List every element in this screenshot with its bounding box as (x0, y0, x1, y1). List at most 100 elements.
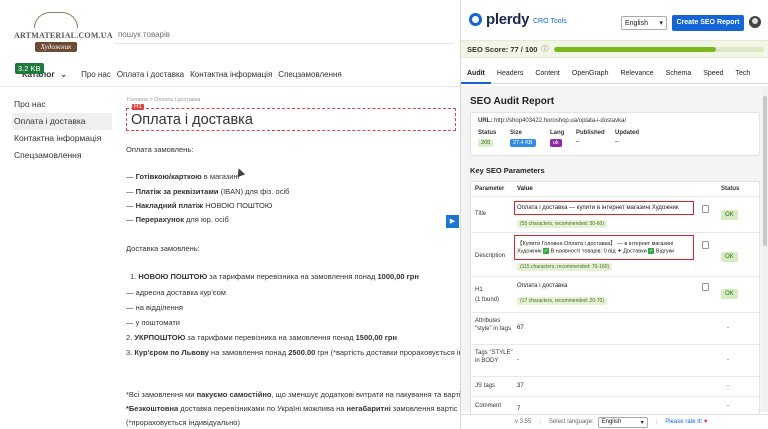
plerdy-tabs: Audit Headers Content OpenGraph Relevanc… (461, 64, 768, 84)
logo-name: ARTMATERIAL.COM.UA (14, 31, 113, 40)
payment-item: — Готівкою/карткою в магазині (126, 172, 240, 181)
delivery-item: 1. НОВОЮ ПОШТОЮ за тарифами перевізника … (130, 272, 419, 281)
copy-icon[interactable] (702, 205, 709, 213)
status-ok-badge: OK (721, 289, 738, 299)
status-ok-badge: OK (721, 252, 738, 262)
user-avatar-icon[interactable] (749, 16, 761, 28)
copy-icon[interactable] (702, 241, 709, 249)
language-select-value: English (625, 19, 648, 27)
plerdy-header: plerdy CRO Tools English ▾ Create SEO Re… (461, 0, 768, 38)
rate-link[interactable]: Please rate it! (665, 419, 702, 425)
lang-badge: uk (550, 139, 562, 147)
table-row-style-attrs: Attributes "style" in tags 67 - (471, 312, 759, 344)
table-row-description: Description 【Купити Головна Оплата і дос… (471, 232, 759, 276)
panel-scrollbar[interactable] (762, 86, 768, 412)
plerdy-panel: plerdy CRO Tools English ▾ Create SEO Re… (460, 0, 768, 429)
delivery-item: — адресна доставка кур'єом (126, 288, 226, 297)
description-highlight-box (514, 235, 694, 260)
tab-relevance[interactable]: Relevance (614, 64, 659, 84)
size-badge: 27.4 KB (510, 139, 536, 147)
side-menu-item-contacts[interactable]: Контактна інформація (12, 130, 112, 147)
title-highlight-box (514, 201, 694, 215)
plerdy-logo: plerdy (469, 11, 530, 28)
nav-link-special-orders[interactable]: Спецзамовлення (278, 70, 341, 79)
table-row-title: Title Оплата і доставка — купити в інтер… (471, 196, 759, 232)
chevron-down-icon: ⌄ (59, 68, 68, 79)
copy-icon[interactable] (702, 283, 709, 291)
language-select[interactable]: English ▾ (621, 16, 667, 30)
seo-score-label: SEO Score: 77 / 100 (467, 44, 538, 54)
published-col: Published – (576, 130, 605, 145)
info-icon[interactable]: ⓘ (541, 44, 548, 54)
table-header: Parameter Value Status (475, 186, 740, 192)
tab-opengraph[interactable]: OpenGraph (566, 64, 615, 84)
plerdy-footer: v 3.55 | Select language: English ▾ | Pl… (461, 414, 768, 429)
table-row-comment: Comment 7 - (471, 396, 759, 416)
version-label: v 3.55 (515, 419, 532, 425)
delivery-item: 2. УКРПОШТОЮ за тарифами перевізника на … (126, 333, 398, 342)
nav-link-about[interactable]: Про нас (81, 70, 111, 79)
logo-emblem-icon (34, 12, 78, 28)
table-row-style-tags: Tags "STYLE" in BODY - - (471, 344, 759, 376)
status-col: Status 200 (478, 130, 497, 147)
logo-subtitle: Художник (34, 42, 78, 52)
tab-audit[interactable]: Audit (461, 64, 491, 84)
plerdy-logo-icon (469, 13, 482, 26)
side-menu-item-about[interactable]: Про нас (12, 96, 112, 113)
status-ok-badge: OK (721, 210, 738, 220)
status-badge: 200 (478, 139, 494, 147)
table-row-js: JS tags 37 - (471, 376, 759, 396)
h1-tag-label: H1 (132, 104, 144, 110)
heart-icon: ♥ (703, 419, 708, 425)
payment-heading: Оплата замовлень: (126, 145, 194, 154)
footnote: (*прораховується індивідуально) (126, 418, 240, 427)
seo-score-track (554, 47, 764, 52)
cro-tools-link[interactable]: CRO Tools (533, 18, 567, 25)
h1-highlight: H1 Оплата і доставка (126, 104, 456, 131)
nav-link-contacts[interactable]: Контактна інформація (190, 70, 272, 79)
page-title: Оплата і доставка (131, 112, 253, 128)
select-language-label: Select language: (548, 419, 594, 425)
side-menu: Про нас Оплата і доставка Контактна інфо… (12, 96, 112, 164)
tab-tech[interactable]: Tech (730, 64, 757, 84)
tab-headers[interactable]: Headers (491, 64, 529, 84)
delivery-heading: Доставка замовлень: (126, 244, 200, 253)
payment-item: — Платіж за реквізитами (IBAN) для фіз. … (126, 187, 290, 196)
scrollbar-thumb[interactable] (763, 96, 767, 246)
url-line: URL: http://shop403422.horoshop.ua/oplat… (478, 118, 627, 124)
header-divider (0, 86, 460, 87)
lang-col: Lang uk (550, 130, 565, 147)
play-icon[interactable]: ▶ (446, 215, 459, 228)
nav-link-payment[interactable]: Оплата і доставка (117, 70, 184, 79)
side-menu-item-payment[interactable]: Оплата і доставка (12, 113, 112, 130)
create-seo-report-button[interactable]: Create SEO Report (672, 15, 744, 31)
footer-language-select[interactable]: English ▾ (597, 416, 648, 428)
tab-speed[interactable]: Speed (697, 64, 729, 84)
report-title: SEO Audit Report (470, 96, 555, 107)
footnote: *Безкоштовна доставка перевізниками по У… (126, 404, 458, 413)
main-nav: Каталог ⌄ Про нас Оплата і доставка Конт… (14, 66, 348, 82)
key-params-table: Parameter Value Status Title Оплата і до… (470, 181, 760, 415)
page-size-badge: 3.2 KB (15, 63, 44, 74)
url-summary: URL: http://shop403422.horoshop.ua/oplat… (470, 112, 760, 156)
chevron-down-icon: ▾ (659, 20, 663, 27)
seo-score-fill (554, 47, 716, 52)
key-params-title: Key SEO Parameters (470, 166, 545, 175)
footnote: *Всі замовлення ми пакуємо самостійно, щ… (126, 390, 460, 399)
plerdy-logo-text: plerdy (486, 11, 530, 28)
chevron-down-icon: ▾ (640, 419, 644, 426)
website-page: ARTMATERIAL.COM.UA Художник 3.2 KB Катал… (0, 0, 460, 429)
tab-schema[interactable]: Schema (660, 64, 698, 84)
site-logo[interactable]: ARTMATERIAL.COM.UA Художник (14, 12, 113, 62)
table-row-h1: H1 (1 found) Оплата і доставка (17 chara… (471, 276, 759, 312)
delivery-item: — у поштомати (126, 318, 180, 327)
seo-score-bar: SEO Score: 77 / 100 ⓘ (461, 40, 768, 58)
payment-item: — Перерахунок для юр. осіб (126, 215, 229, 224)
breadcrumb[interactable]: Головна > Оплата і доставка (127, 97, 200, 103)
side-menu-item-special-orders[interactable]: Спецзамовлення (12, 147, 112, 164)
search-input[interactable] (114, 26, 454, 44)
tab-content[interactable]: Content (529, 64, 566, 84)
payment-item: — Накладний платіж НОВОЮ ПОШТОЮ (126, 201, 273, 210)
updated-col: Updated – (615, 130, 639, 145)
delivery-item: 3. Кур'єром по Львову на замовлення пона… (126, 348, 460, 357)
